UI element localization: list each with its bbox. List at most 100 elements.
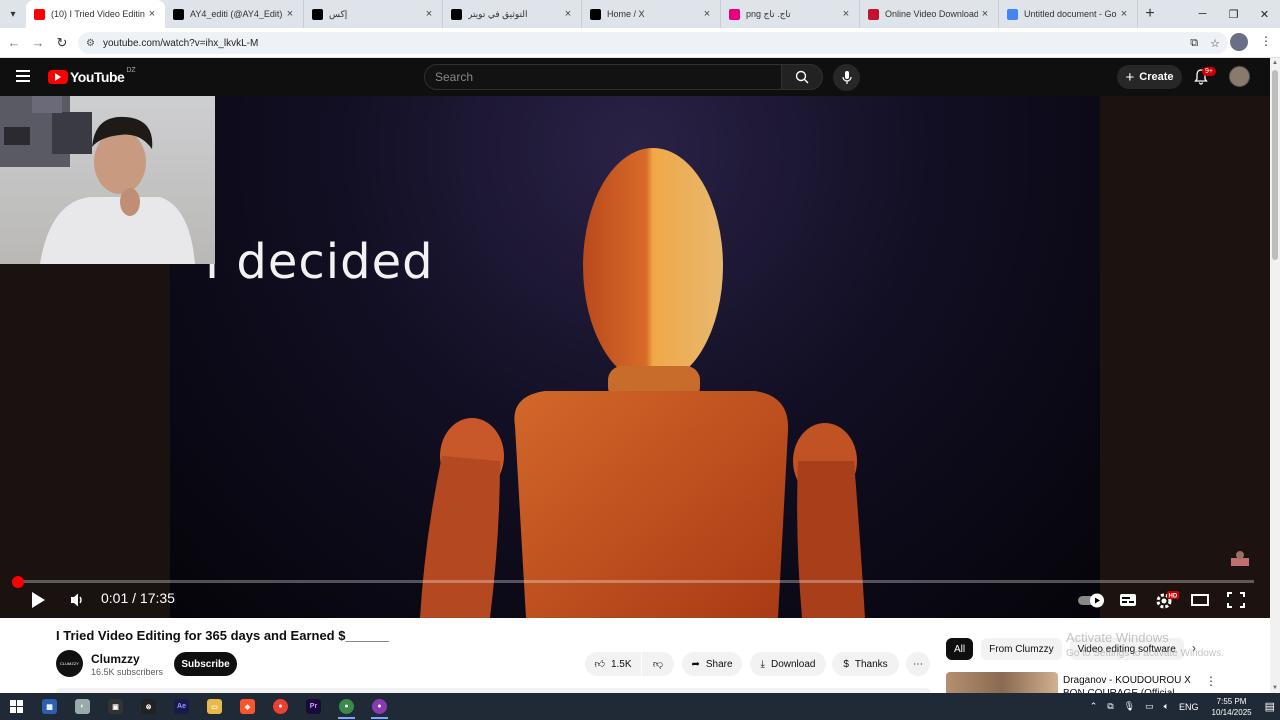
- browser-menu-icon[interactable]: ⋮: [1260, 34, 1272, 48]
- tab-close-icon[interactable]: ×: [1117, 8, 1131, 20]
- gear-icon: HD: [1156, 591, 1179, 609]
- browser-tab[interactable]: التوثيق في تويتر ×: [443, 0, 582, 28]
- restore-button[interactable]: ❐: [1218, 0, 1249, 28]
- svg-text:HD: HD: [1169, 594, 1178, 600]
- forward-button[interactable]: →: [26, 31, 50, 55]
- recommendation-title[interactable]: Draganov - KOUDOUROU X BON COURAGE (Offi…: [1063, 674, 1203, 693]
- tray-clock[interactable]: 7:55 PM 10/14/2025: [1212, 696, 1252, 718]
- like-button[interactable]: 👍︎ 1.5K: [585, 652, 641, 676]
- scroll-up-arrow-icon[interactable]: ▲: [1272, 60, 1278, 66]
- pin-icon: [729, 8, 740, 20]
- scrubber-handle[interactable]: [12, 576, 24, 588]
- taskbar-game-icon[interactable]: ▣: [99, 693, 132, 720]
- tab-close-icon[interactable]: ×: [561, 8, 575, 20]
- autoplay-toggle[interactable]: [1077, 588, 1107, 612]
- menu-icon[interactable]: [16, 70, 30, 82]
- taskbar-premiere-icon[interactable]: Pr: [297, 693, 330, 720]
- play-button[interactable]: [30, 588, 46, 612]
- channel-watermark-icon[interactable]: [1229, 548, 1251, 568]
- voice-search-button[interactable]: [833, 64, 860, 91]
- browser-profile-avatar[interactable]: [1230, 33, 1248, 51]
- channel-name[interactable]: Clumzzy: [91, 652, 140, 666]
- tab-close-icon[interactable]: ×: [145, 8, 159, 20]
- docs-icon: [1007, 8, 1018, 20]
- notifications-badge: 9+: [1202, 67, 1216, 76]
- browser-tab[interactable]: Untitled document - Goo ×: [999, 0, 1138, 28]
- video-title: I Tried Video Editing for 365 days and E…: [56, 628, 389, 643]
- browser-tab[interactable]: (10) I Tried Video Editing ×: [26, 0, 165, 28]
- fullscreen-icon: [1227, 592, 1245, 608]
- minimize-button[interactable]: ─: [1187, 0, 1218, 28]
- bookmark-star-icon[interactable]: ☆: [1210, 37, 1220, 50]
- tab-close-icon[interactable]: ×: [839, 8, 853, 20]
- recommendation-more-icon[interactable]: ⋮: [1205, 674, 1217, 688]
- tray-chevron-up-icon[interactable]: ⌃: [1090, 701, 1098, 712]
- progress-bar[interactable]: [12, 580, 1254, 583]
- url-bar[interactable]: ⚙ youtube.com/watch?v=ihx_lkvkL-M ⧉ ☆: [78, 32, 1228, 54]
- search-input[interactable]: Search: [424, 64, 782, 90]
- reload-button[interactable]: ↻: [50, 31, 74, 55]
- tray-language[interactable]: ENG: [1179, 702, 1199, 712]
- share-button[interactable]: ➦ Share: [682, 652, 742, 676]
- tab-search-button[interactable]: ▾: [0, 1, 26, 27]
- browser-tab[interactable]: png تاج. تاج ×: [721, 0, 860, 28]
- tray-network-icon[interactable]: ▭: [1145, 701, 1154, 712]
- taskbar-app-icon[interactable]: ◐: [66, 693, 99, 720]
- taskbar-chrome-icon[interactable]: ●: [264, 693, 297, 720]
- thanks-icon: $: [843, 658, 849, 670]
- tab-close-icon[interactable]: ×: [700, 8, 714, 20]
- tray-microphone-icon[interactable]: 🎙︎: [1124, 701, 1135, 712]
- tab-close-icon[interactable]: ×: [978, 8, 992, 20]
- taskbar-store-icon[interactable]: ▦: [33, 693, 66, 720]
- dislike-button[interactable]: 👎︎: [642, 652, 674, 676]
- more-actions-button[interactable]: ⋯: [906, 652, 930, 676]
- settings-button[interactable]: HD: [1155, 588, 1181, 612]
- subtitles-button[interactable]: [1119, 588, 1137, 612]
- chip-from-channel[interactable]: From Clumzzy: [981, 638, 1062, 660]
- scrollbar-thumb[interactable]: [1272, 70, 1278, 260]
- notification-center-icon[interactable]: ▤: [1265, 700, 1275, 713]
- browser-tab[interactable]: AY4_editi (@AY4_Edit) / X×: [165, 0, 304, 28]
- browser-tab[interactable]: إكس ×: [304, 0, 443, 28]
- account-avatar[interactable]: [1229, 66, 1250, 87]
- tray-volume-icon[interactable]: 🔈︎: [1164, 701, 1169, 712]
- chip-all[interactable]: All: [946, 638, 974, 660]
- scroll-down-arrow-icon[interactable]: ▼: [1272, 685, 1278, 691]
- subscribe-button[interactable]: Subscribe: [174, 652, 237, 676]
- tab-close-icon[interactable]: ×: [422, 8, 436, 20]
- mute-button[interactable]: [70, 588, 86, 612]
- browser-tab[interactable]: Online Video Downloader ×: [860, 0, 999, 28]
- video-frame: [170, 96, 1100, 618]
- subtitles-icon: [1120, 594, 1136, 606]
- x-icon: [312, 8, 323, 20]
- taskbar-file-explorer-icon[interactable]: ▭: [198, 693, 231, 720]
- download-button[interactable]: ⤓ Download: [750, 652, 826, 676]
- install-app-icon[interactable]: ⧉: [1190, 37, 1198, 50]
- tab-close-icon[interactable]: ×: [283, 8, 297, 20]
- browser-tab-title: Untitled document - Goo: [1024, 9, 1117, 19]
- taskbar-chrome-active-icon[interactable]: ●: [330, 693, 363, 720]
- new-tab-button[interactable]: +: [1138, 5, 1162, 23]
- taskbar-after-effects-icon[interactable]: Ae: [165, 693, 198, 720]
- browser-tab[interactable]: Home / X ×: [582, 0, 721, 28]
- search-button[interactable]: [781, 64, 823, 90]
- time-display: 0:01 / 17:35: [101, 590, 175, 606]
- youtube-logo[interactable]: YouTube DZ: [48, 67, 136, 85]
- site-info-icon[interactable]: ⚙: [86, 38, 95, 49]
- video-player[interactable]: I decided 0:01 / 17:35 HD: [0, 96, 1270, 618]
- channel-avatar[interactable]: CLUMZZY: [56, 650, 83, 677]
- fullscreen-button[interactable]: [1227, 588, 1245, 612]
- taskbar-chrome-profile-icon[interactable]: ●: [363, 693, 396, 720]
- start-button[interactable]: [0, 693, 33, 720]
- taskbar-capcut-icon[interactable]: ⊗: [132, 693, 165, 720]
- close-window-button[interactable]: ✕: [1249, 0, 1280, 28]
- youtube-page: YouTube DZ Search + Create 9+ I decided …: [0, 58, 1270, 693]
- theater-mode-button[interactable]: [1191, 588, 1209, 612]
- create-button[interactable]: + Create: [1117, 65, 1182, 89]
- back-button[interactable]: ←: [2, 31, 26, 55]
- page-scrollbar[interactable]: ▲ ▼: [1270, 58, 1280, 693]
- taskbar-brave-icon[interactable]: ◆: [231, 693, 264, 720]
- thanks-button[interactable]: $ Thanks: [832, 652, 899, 676]
- recommendation-thumbnail[interactable]: [946, 672, 1058, 693]
- tray-app-icon[interactable]: ⧉: [1107, 701, 1113, 712]
